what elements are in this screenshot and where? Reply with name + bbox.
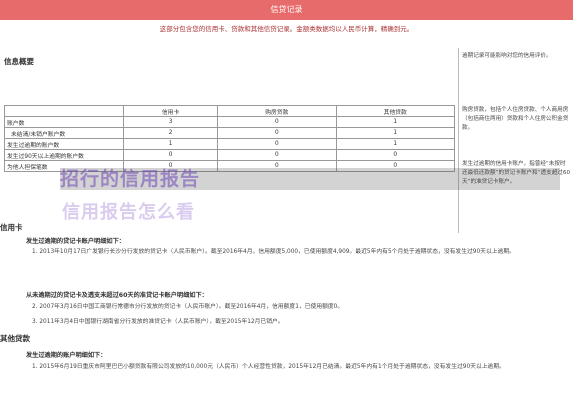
table-cell: 1 (122, 138, 219, 150)
note-mortgage: 购房贷款，包括个人住房贷款、个人商用房（包括商住两用）贷款和个人住房公积金贷款。 (462, 107, 569, 131)
section-header: 信贷记录 (0, 0, 573, 20)
row-label: 账户数 (4, 116, 124, 128)
credit-item: 3. 2011年3月4日中国银行湖南省分行发放的准贷记卡（人民币账户），截至20… (32, 319, 284, 325)
other-subhead-overdue: 发生过逾期的账户明细如下： (26, 352, 107, 359)
table-row: 账户数 3 0 1 (4, 116, 456, 128)
table-cell: 0 (335, 149, 456, 161)
table-row: 未结清/未销户账户数 2 0 1 (4, 127, 456, 139)
table-cell: 0 (217, 138, 337, 150)
row-label: 未结清/未销户账户数 (4, 127, 124, 139)
credit-item: 1. 2013年10月17日广发银行长沙分行发放的贷记卡（人民币账户）。截至20… (32, 249, 515, 255)
table-row: 发生过90天以上逾期的账户数 0 0 0 (4, 149, 456, 161)
table-cell: 1 (335, 116, 456, 128)
table-cell: 2 (122, 127, 219, 139)
note-overdue: 逾期记录可能影响对您的信用评价。 (462, 53, 552, 59)
row-label: 发生过逾期的账户数 (4, 138, 124, 150)
table-cell: 3 (122, 116, 219, 128)
credit-item: 2. 2007年3月16日中国工商银行常德市分行发放的贷记卡（人民币账户）。截至… (32, 304, 344, 310)
credit-subhead-normal: 从未逾期过的贷记卡及透支未超过60天的准贷记卡账户明细如下： (26, 292, 208, 299)
table-header-row: 信用卡 购房贷款 其他贷款 (4, 105, 456, 117)
other-loan-item: 1. 2015年6月19日重庆市阿里巴巴小额贷款有限公司发放的10,000元（人… (32, 364, 505, 370)
table-cell: 0 (217, 127, 337, 139)
credit-subhead-overdue: 发生过逾期的贷记卡账户明细如下： (26, 238, 125, 245)
overlay-subtitle: 信用报告怎么看 (62, 202, 195, 223)
table-cell: 0 (217, 116, 337, 128)
row-label: 发生过90天以上逾期的账户数 (4, 149, 124, 161)
table-header-cell: 信用卡 (122, 105, 219, 117)
table-cell: 1 (335, 138, 456, 150)
overview-title: 信息概要 (4, 57, 34, 66)
table-cell: 1 (335, 127, 456, 139)
table-cell: 0 (217, 149, 337, 161)
overview-table: 信用卡 购房贷款 其他贷款 账户数 3 0 1 未结清/未销户账户数 2 0 1… (4, 105, 456, 172)
table-header-cell: 其他贷款 (335, 105, 456, 117)
other-loans-title: 其他贷款 (0, 334, 30, 343)
overlay-title: 招行的信用报告 (60, 168, 201, 190)
table-row: 发生过逾期的账户数 1 0 1 (4, 138, 456, 150)
table-header-cell: 购房贷款 (217, 105, 337, 117)
credit-card-title: 信用卡 (0, 223, 23, 232)
table-cell: 0 (122, 149, 219, 161)
section-subtitle: 这部分包含您的信用卡、贷款和其他信贷记录。金额类数据均以人民币计算，精确到元。 (159, 25, 414, 33)
table-header-cell (4, 105, 124, 117)
